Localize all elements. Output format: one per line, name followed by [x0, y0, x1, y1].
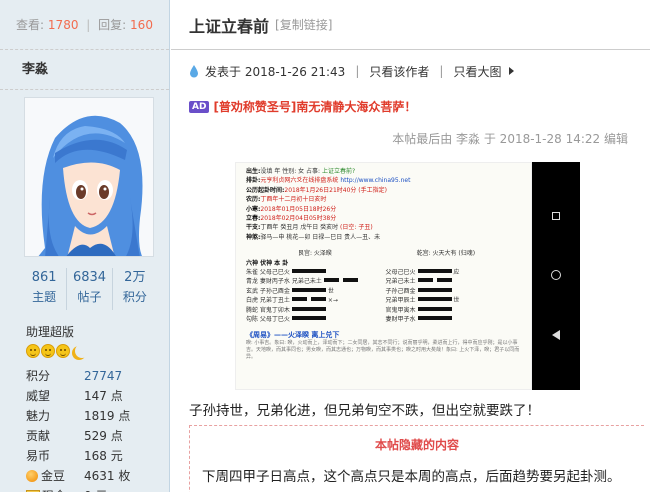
post-main: 上证立春前 [复制链接] 发表于 2018-1-26 21:43 | 只看该作者…	[171, 0, 650, 492]
info-row: 魅力 1819 点	[26, 406, 166, 426]
views-label: 查看:	[16, 18, 45, 32]
info-key: 易币	[26, 449, 51, 463]
play-arrow-icon[interactable]	[509, 67, 515, 75]
counter-label: 主题	[32, 290, 57, 304]
recent-apps-icon	[552, 212, 560, 220]
ss-line: 公历起卦时间:2018年1月26日21时40分 (手工指定)	[246, 186, 387, 194]
counter-points[interactable]: 2万 积分	[113, 268, 157, 310]
counter-posts[interactable]: 6834 帖子	[67, 268, 113, 310]
hidden-content-box: 本帖隐藏的内容 下周四甲子日高点，这个高点只是本周的高点，后面趋势要另起卦测。	[189, 425, 644, 492]
info-value: 0 元	[84, 486, 107, 492]
ss-line: 排卦:元亨利贞网六爻在线排盘系统 http://www.china95.net	[246, 177, 411, 185]
stats-divider: |	[86, 18, 91, 32]
post-body-text: 子孙持世，兄弟化进，但兄弟旬空不跌，但出空就要跌了！	[189, 403, 540, 419]
thread-stats: 查看: 1780 | 回复: 160	[0, 0, 169, 50]
sun-icon	[41, 344, 55, 358]
counter-value: 6834	[72, 270, 107, 285]
gold-bean-icon	[26, 470, 38, 482]
gua-table-header: 六神 伏神 本 卦	[246, 259, 289, 267]
attached-screenshot[interactable]: 出生:没填 年 性别: 女 占事: 上证立春前? 排卦:元亨利贞网六爻在线排盘系…	[235, 162, 580, 390]
info-key: 贡献	[26, 429, 51, 443]
counter-threads[interactable]: 861 主题	[22, 268, 68, 310]
info-value: 168 元	[84, 449, 123, 463]
info-row: 易币 168 元	[26, 446, 166, 466]
author-counters: 861 主题 6834 帖子 2万 积分	[22, 268, 157, 310]
zhouyi-text: 睽: 小事吉。象曰: 睽，火动而上，泽动而下；二女同居，其志不同行；说而丽乎明，…	[246, 339, 520, 360]
divination-chart: 出生:没填 年 性别: 女 占事: 上证立春前? 排卦:元亨利贞网六爻在线排盘系…	[235, 162, 532, 390]
counter-label: 积分	[122, 290, 147, 304]
thread-title-bar: 上证立春前 [复制链接]	[171, 0, 650, 50]
replies-label: 回复:	[98, 18, 127, 32]
gua-row: 腾蛇 官鬼丁卯木 官鬼甲寅木	[246, 306, 525, 315]
ss-line: 干支:丁酉年 癸丑月 戊午日 癸亥时 (日空: 子丑)	[246, 224, 373, 232]
post-time: 发表于 2018-1-26 21:43	[205, 64, 346, 79]
info-key-with-icon: 金豆	[26, 466, 84, 486]
author-name[interactable]: 李淼	[0, 50, 169, 90]
info-value: 529 点	[84, 429, 123, 443]
info-value: 27747	[84, 369, 123, 383]
counter-value: 2万	[124, 270, 146, 285]
android-nav-bar	[532, 162, 580, 390]
moon-icon	[75, 344, 89, 358]
info-row: 金豆 4631 枚	[26, 466, 166, 486]
copy-link-button[interactable]: [复制链接]	[275, 16, 332, 33]
counter-value: 861	[31, 270, 57, 285]
rank-stars	[26, 344, 85, 358]
gua-row: 朱雀 父母己巳火 父母己巳火 应	[246, 269, 460, 277]
only-author-link[interactable]: 只看该作者	[369, 63, 429, 80]
info-row: 积分 27747	[26, 366, 166, 386]
ss-line: 立春:2018年02月04日05时38分	[246, 215, 337, 223]
edit-note: 本帖最后由 李淼 于 2018-1-28 14:22 编辑	[392, 132, 628, 146]
meta-divider: |	[439, 64, 444, 78]
info-key: 积分	[26, 369, 51, 383]
info-key-with-icon: 现金	[26, 486, 84, 492]
info-row: 贡献 529 点	[26, 426, 166, 446]
big-image-link[interactable]: 只看大图	[453, 63, 501, 80]
author-info-table: 积分 27747 威望 147 点 魅力 1819 点 贡献 529 点 易币 …	[26, 366, 166, 492]
gua-row: 青龙 妻财丙子水 兄弟己未土 兄弟己未土	[246, 277, 525, 286]
hidden-content-title: 本帖隐藏的内容	[374, 438, 459, 452]
online-status-icon	[190, 64, 198, 77]
replies-count: 160	[130, 18, 153, 32]
info-key: 威望	[26, 389, 51, 403]
info-key: 魅力	[26, 409, 51, 423]
home-icon	[551, 270, 561, 280]
zhouyi-title: 《周易》——火泽睽 离上兑下	[246, 330, 340, 339]
avatar[interactable]	[24, 97, 154, 257]
avatar-anime-girl-image	[25, 98, 153, 256]
gua-row: 玄武 子孙己酉金 世子孙己酉金	[246, 287, 525, 296]
gua-row: 白虎 兄弟丁丑土 ×→ 兄弟甲辰土 世	[246, 297, 460, 305]
ad-link[interactable]: [普劝称赞圣号]南无清静大海众菩萨！	[213, 98, 416, 115]
info-value: 147 点	[84, 389, 123, 403]
info-row: 威望 147 点	[26, 386, 166, 406]
info-value: 4631 枚	[84, 469, 131, 483]
user-rank[interactable]: 助理超版	[26, 323, 74, 340]
meta-divider: |	[355, 64, 360, 78]
thread-title: 上证立春前	[189, 16, 270, 36]
sun-icon	[26, 344, 40, 358]
sun-icon	[56, 344, 70, 358]
ss-line: 农历:丁酉年十二月初十日亥时	[246, 196, 327, 204]
gua-headers: 艮宫: 火泽睽 乾宫: 火天大有 (归魂)	[298, 250, 476, 258]
gua-row: 勾陈 父母丁巳火 妻财甲子水	[246, 315, 525, 324]
ad-badge: AD	[189, 100, 210, 113]
info-row: 现金 0 元	[26, 486, 166, 492]
info-key: 金豆	[41, 469, 66, 483]
ss-line: 神煞:驿马—申 桃花—卯 日禄—巳日 贵人—丑、未	[246, 233, 381, 241]
hidden-content-text: 下周四甲子日高点，这个高点只是本周的高点，后面趋势要另起卦测。	[202, 469, 621, 485]
views-count: 1780	[47, 18, 79, 32]
back-icon	[552, 330, 560, 340]
ss-line: 小寒:2018年01月05日18时26分	[246, 205, 337, 213]
post-meta: 发表于 2018-1-26 21:43 | 只看该作者 | 只看大图	[189, 62, 515, 80]
counter-label: 帖子	[77, 290, 102, 304]
author-sidebar: 查看: 1780 | 回复: 160 李淼 861 主题 6834 帖子 2万 …	[0, 0, 170, 492]
ad-line: AD [普劝称赞圣号]南无清静大海众菩萨！	[189, 98, 416, 115]
info-value: 1819 点	[84, 409, 131, 423]
ss-line: 出生:没填 年 性别: 女 占事: 上证立春前?	[246, 168, 356, 175]
